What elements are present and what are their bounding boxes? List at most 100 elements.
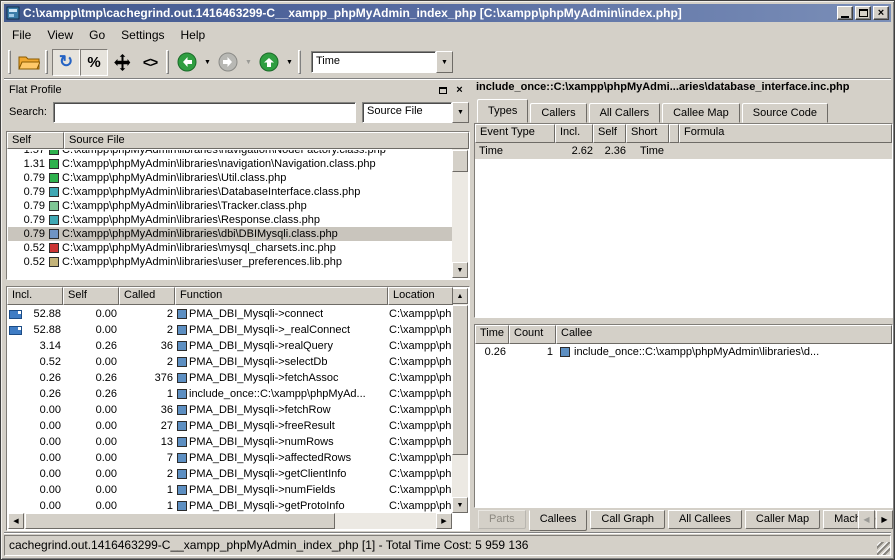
column-header-function[interactable]: Function [175,287,388,305]
column-header-self[interactable]: Self [593,124,626,143]
source-row[interactable]: 0.79C:\xampp\phpMyAdmin\libraries\Respon… [8,213,452,227]
toolbar-grip[interactable] [45,50,48,74]
function-row[interactable]: 0.520.002PMA_DBI_Mysqli->selectDbC:\xamp… [8,354,452,370]
cycle-detection-button[interactable]: <> [136,49,164,76]
menu-go[interactable]: Go [81,25,113,45]
column-header-self[interactable]: Self [63,287,119,305]
cost-bar-icon [9,310,22,319]
tab-all-callers[interactable]: All Callers [589,103,661,123]
function-row[interactable]: 0.000.001PMA_DBI_Mysqli->numFieldsC:\xam… [8,482,452,498]
scrollbar-thumb[interactable] [452,305,468,455]
close-button[interactable]: × [873,6,889,20]
column-header-incl[interactable]: Incl. [7,287,63,305]
called-value: 1 [120,388,176,400]
toolbar-grip[interactable] [8,50,11,74]
function-row[interactable]: 3.140.2636PMA_DBI_Mysqli->realQueryC:\xa… [8,338,452,354]
source-row[interactable]: 0.52C:\xampp\phpMyAdmin\libraries\user_p… [8,255,452,269]
function-row[interactable]: 0.000.001PMA_DBI_Mysqli->getProtoInfoC:\… [8,498,452,513]
function-row[interactable]: 52.880.002PMA_DBI_Mysqli->connectC:\xamp… [8,306,452,322]
event-type-row[interactable]: Time 2.62 2.36 Time [475,143,892,159]
event-type-dropdown-button[interactable]: ▼ [436,51,453,73]
scroll-left-button[interactable]: ◀ [8,513,24,529]
callee-row[interactable]: 0.26 1 include_once::C:\xampp\phpMyAdmin… [475,344,892,360]
toolbar-grip[interactable] [166,50,169,74]
function-table-vscrollbar[interactable]: ▲ ▼ [452,288,468,513]
back-button[interactable] [173,49,201,76]
tab-source-code[interactable]: Source Code [742,103,828,123]
source-row[interactable]: 0.79C:\xampp\phpMyAdmin\libraries\Databa… [8,185,452,199]
event-type-select[interactable]: Time ▼ [311,51,453,73]
forward-dropdown-caret[interactable]: ▼ [242,49,255,76]
source-row-selected[interactable]: 0.79C:\xampp\phpMyAdmin\libraries\dbi\DB… [8,227,452,241]
column-header-event-type[interactable]: Event Type [475,124,555,143]
tab-scroll-right-button[interactable]: ▶ [876,510,893,529]
source-row[interactable]: 0.79C:\xampp\phpMyAdmin\libraries\Util.c… [8,171,452,185]
column-header-formula[interactable]: Formula [679,124,892,143]
column-header-callee[interactable]: Callee [556,325,892,344]
tab-callees[interactable]: Callees [529,510,588,531]
column-header-short[interactable]: Short [626,124,669,143]
app-icon[interactable] [6,6,20,20]
menu-settings[interactable]: Settings [113,25,172,45]
scroll-down-button[interactable]: ▼ [452,262,468,278]
column-header-source-file[interactable]: Source File [64,132,469,149]
reload-button[interactable]: ↻ [52,49,80,76]
function-row[interactable]: 52.880.002PMA_DBI_Mysqli->_realConnectC:… [8,322,452,338]
panel-splitter[interactable] [470,81,473,531]
column-header-location[interactable]: Location [388,287,453,305]
tab-call-graph[interactable]: Call Graph [590,510,665,529]
expand-all-button[interactable] [108,49,136,76]
event-type-value[interactable]: Time [311,51,436,73]
scrollbar-thumb[interactable] [452,150,468,172]
incl-value: 52.88 [33,308,61,320]
tab-callers[interactable]: Callers [530,103,586,123]
source-list-vscrollbar[interactable]: ▲ ▼ [452,133,468,278]
minimize-button[interactable] [837,6,853,20]
menu-file[interactable]: File [4,25,39,45]
resize-grip[interactable] [877,542,890,555]
group-by-select[interactable]: Source File ▼ [362,102,469,123]
function-row[interactable]: 0.000.0036PMA_DBI_Mysqli->fetchRowC:\xam… [8,402,452,418]
up-dropdown-caret[interactable]: ▼ [283,49,296,76]
menu-help[interactable]: Help [173,25,214,45]
column-header-time[interactable]: Time [475,325,509,344]
scroll-right-button[interactable]: ▶ [436,513,452,529]
maximize-button[interactable] [855,6,871,20]
menu-view[interactable]: View [39,25,81,45]
dock-close-button[interactable]: × [452,83,467,97]
relative-percent-toggle[interactable]: % [80,49,108,76]
source-row[interactable]: 1.57C:\xampp\phpMyAdmin\libraries\naviga… [8,150,452,157]
scrollbar-thumb[interactable] [25,513,335,529]
source-row[interactable]: 0.52C:\xampp\phpMyAdmin\libraries\mysql_… [8,241,452,255]
column-header-incl[interactable]: Incl. [555,124,593,143]
up-button[interactable] [255,49,283,76]
dock-float-button[interactable] [435,83,450,97]
back-dropdown-caret[interactable]: ▼ [201,49,214,76]
source-row[interactable]: 1.31C:\xampp\phpMyAdmin\libraries\naviga… [8,157,452,171]
column-header-called[interactable]: Called [119,287,175,305]
tab-types[interactable]: Types [477,99,528,123]
tab-scroll-left-button[interactable]: ◀ [858,510,875,529]
function-row[interactable]: 0.000.0013PMA_DBI_Mysqli->numRowsC:\xamp… [8,434,452,450]
function-row[interactable]: 0.000.007PMA_DBI_Mysqli->affectedRowsC:\… [8,450,452,466]
toolbar-grip[interactable] [298,50,301,74]
function-row[interactable]: 0.000.0027PMA_DBI_Mysqli->freeResultC:\x… [8,418,452,434]
column-header-spacer[interactable] [669,124,679,143]
column-header-self[interactable]: Self [7,132,64,149]
group-by-dropdown-button[interactable]: ▼ [452,102,469,123]
group-by-value[interactable]: Source File [362,102,452,123]
scroll-up-button[interactable]: ▲ [452,288,468,304]
tab-caller-map[interactable]: Caller Map [745,510,820,529]
source-row[interactable]: 0.79C:\xampp\phpMyAdmin\libraries\Tracke… [8,199,452,213]
function-row[interactable]: 0.260.26376PMA_DBI_Mysqli->fetchAssocC:\… [8,370,452,386]
search-input[interactable] [53,102,356,123]
function-row[interactable]: 0.000.002PMA_DBI_Mysqli->getClientInfoC:… [8,466,452,482]
function-row[interactable]: 0.260.261include_once::C:\xampp\phpMyAd.… [8,386,452,402]
forward-button[interactable] [214,49,242,76]
tab-all-callees[interactable]: All Callees [668,510,742,529]
tab-callee-map[interactable]: Callee Map [662,103,740,123]
scroll-down-button[interactable]: ▼ [452,497,468,513]
column-header-count[interactable]: Count [509,325,556,344]
open-file-button[interactable] [15,49,43,76]
function-table-hscrollbar[interactable]: ◀ ▶ [8,513,452,529]
